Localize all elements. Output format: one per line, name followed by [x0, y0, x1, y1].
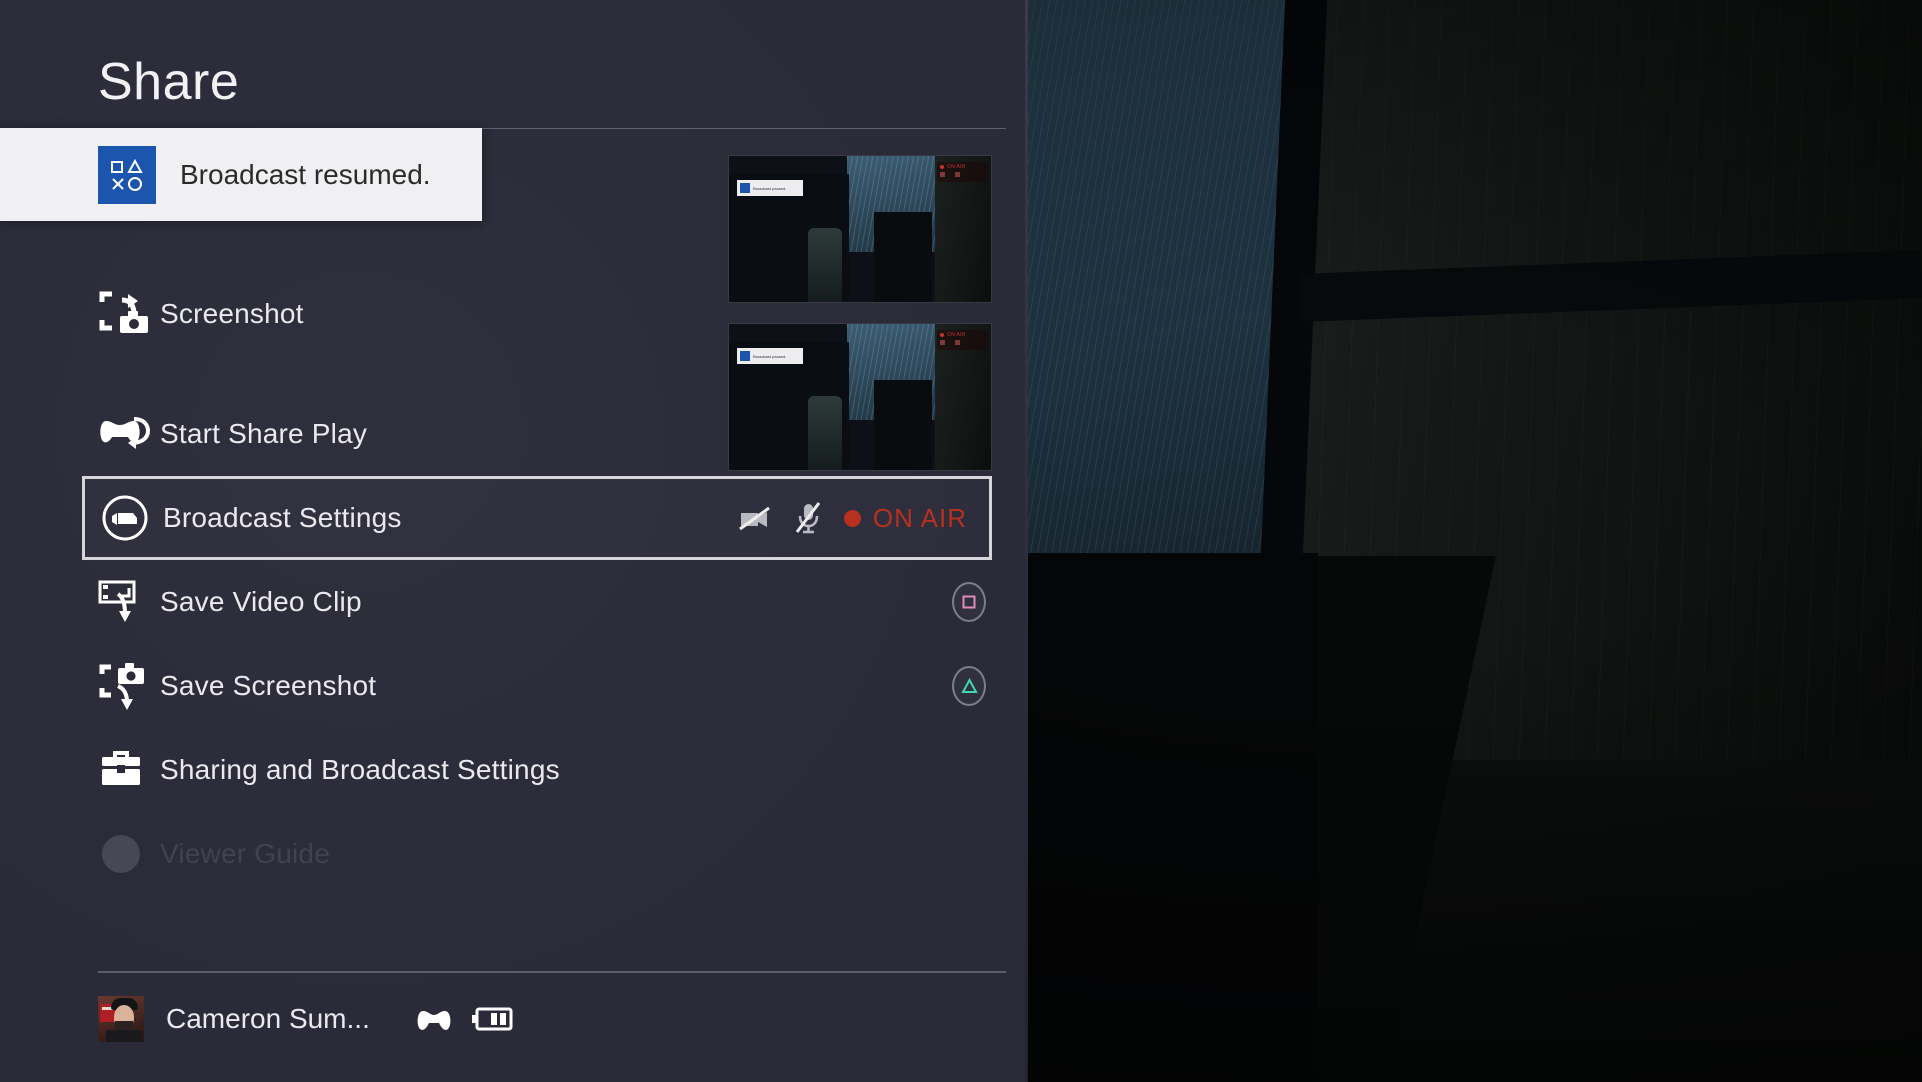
status-bar: Cameron Sum... — [98, 984, 1006, 1054]
on-air-indicator: ON AIR — [843, 502, 967, 534]
menu-item-label: Broadcast Settings — [163, 502, 402, 533]
menu-item-viewer-guide[interactable]: Viewer Guide — [98, 812, 1008, 896]
menu-item-label: Start Share Play — [160, 418, 368, 449]
camera-off-icon[interactable] — [738, 504, 772, 532]
menu-item-broadcast-settings[interactable]: Broadcast Settings ON AIR — [82, 476, 992, 560]
circle-icon — [98, 828, 160, 880]
share-menu: Video Clip Screenshot — [82, 152, 1008, 896]
square-button-glyph[interactable] — [952, 582, 986, 622]
battery-icon[interactable] — [471, 1007, 514, 1031]
on-air-dot — [843, 509, 861, 527]
menu-item-start-share-play[interactable]: Start Share Play — [98, 392, 1008, 476]
menu-item-sharing-and-broadcast-settings[interactable]: Sharing and Broadcast Settings — [98, 728, 1008, 812]
film-save-icon — [98, 576, 160, 628]
menu-item-save-screenshot[interactable]: Save Screenshot — [98, 644, 1008, 728]
menu-item-label: Viewer Guide — [160, 838, 330, 869]
menu-item-save-video-clip[interactable]: Save Video Clip — [98, 560, 1008, 644]
user-name: Cameron Sum... — [166, 1003, 370, 1034]
controller-icon[interactable] — [416, 1007, 452, 1031]
camera-save-icon — [98, 660, 160, 712]
bottom-divider — [98, 971, 1006, 973]
camera-share-icon — [98, 288, 160, 340]
notification-toast[interactable]: Broadcast resumed. — [0, 128, 482, 221]
playstation-symbols-icon — [98, 145, 156, 204]
broadcast-camera-icon — [101, 492, 163, 544]
toolbox-icon — [98, 744, 160, 796]
menu-item-label: Save Video Clip — [160, 586, 362, 617]
menu-item-screenshot[interactable]: Screenshot — [98, 272, 1008, 356]
notification-message: Broadcast resumed. — [180, 158, 431, 190]
save-video-clip-shortcut — [952, 582, 1008, 622]
menu-item-label: Screenshot — [160, 298, 304, 329]
avatar[interactable] — [98, 996, 144, 1042]
panel-right-edge — [1025, 0, 1028, 1082]
menu-item-label: Save Screenshot — [160, 670, 377, 701]
menu-item-label: Sharing and Broadcast Settings — [160, 754, 560, 785]
triangle-button-glyph[interactable] — [952, 666, 986, 706]
page-title: Share — [98, 53, 240, 111]
screen-root: Share Broadcast paused. ON AIR Broadcast… — [0, 0, 1922, 1082]
status-bar-icons — [416, 1007, 514, 1031]
on-air-label: ON AIR — [872, 502, 967, 533]
controller-share-icon — [98, 408, 160, 460]
broadcast-status-group: ON AIR — [738, 501, 989, 535]
microphone-muted-icon[interactable] — [794, 501, 822, 535]
save-screenshot-shortcut — [952, 666, 1008, 706]
